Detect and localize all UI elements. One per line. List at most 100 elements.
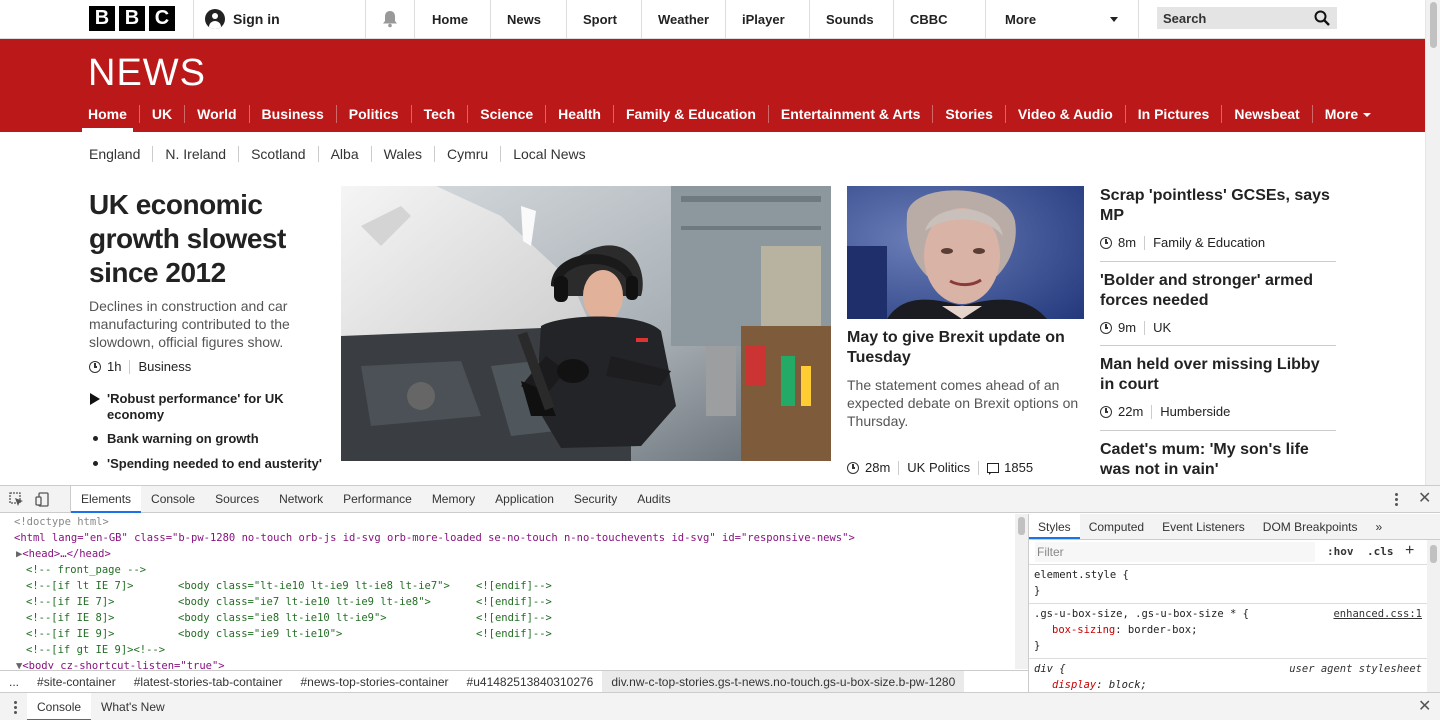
news-nav-science[interactable]: Science <box>467 105 545 123</box>
story-title[interactable]: Cadet's mum: 'My son's life was not in v… <box>1100 440 1336 480</box>
story-section[interactable]: UK Politics <box>907 460 970 475</box>
dom-node[interactable]: <!doctype html> <box>0 514 1014 530</box>
secondary-nav-item[interactable]: Wales <box>370 146 434 162</box>
more-tabs-icon[interactable]: » <box>1366 514 1391 539</box>
close-drawer-icon[interactable]: ✕ <box>1418 699 1431 715</box>
breadcrumb-item[interactable]: #latest-stories-tab-container <box>125 671 292 692</box>
style-rule[interactable]: enhanced.css:1 .gs-u-box-size, .gs-u-box… <box>1029 604 1440 659</box>
news-nav-world[interactable]: World <box>184 105 248 123</box>
breadcrumb-item[interactable]: #news-top-stories-container <box>291 671 457 692</box>
notifications-button[interactable] <box>365 0 415 38</box>
story-section[interactable]: Humberside <box>1160 404 1230 419</box>
orb-nav-sounds[interactable]: Sounds <box>810 0 894 38</box>
dom-node[interactable]: <!--[if IE 7]> <body class="ie7 lt-ie10 l… <box>0 594 1014 610</box>
hover-state-toggle[interactable]: :hov <box>1327 545 1354 558</box>
tab-security[interactable]: Security <box>564 486 627 513</box>
related-link[interactable]: 'Spending needed to end austerity' <box>89 456 329 472</box>
rule-source-link[interactable]: enhanced.css:1 <box>1333 606 1422 622</box>
orb-nav-home[interactable]: Home <box>416 0 491 38</box>
breadcrumb-item-selected[interactable]: div.nw-c-top-stories.gs-t-news.no-touch.… <box>602 671 965 692</box>
lead-story-section[interactable]: Business <box>138 359 191 374</box>
news-nav-business[interactable]: Business <box>248 105 336 123</box>
tab-elements[interactable]: Elements <box>71 486 142 513</box>
close-icon[interactable]: ✕ <box>1418 491 1431 507</box>
tab-network[interactable]: Network <box>269 486 333 513</box>
device-toolbar-icon[interactable] <box>35 492 50 507</box>
orb-nav-weather[interactable]: Weather <box>642 0 726 38</box>
inspect-element-icon[interactable] <box>9 492 24 507</box>
story-image[interactable] <box>847 186 1084 319</box>
scrollbar-thumb[interactable] <box>1018 517 1025 535</box>
tab-console[interactable]: Console <box>141 486 205 513</box>
story-section[interactable]: UK <box>1153 320 1171 335</box>
related-link[interactable]: 'Robust performance' for UK economy <box>89 391 329 423</box>
dom-node[interactable]: ▶<head>…</head> <box>0 546 1014 562</box>
add-rule-icon[interactable]: + <box>1405 542 1414 560</box>
orb-nav-sport[interactable]: Sport <box>567 0 642 38</box>
news-logo[interactable]: NEWS <box>88 52 206 95</box>
tab-computed[interactable]: Computed <box>1080 514 1153 539</box>
breadcrumb-overflow[interactable]: ... <box>0 671 28 692</box>
styles-filter-input[interactable]: Filter <box>1035 542 1315 562</box>
story-title[interactable]: May to give Brexit update on Tuesday <box>847 328 1084 368</box>
news-nav-newsbeat[interactable]: Newsbeat <box>1221 105 1311 123</box>
secondary-nav-item[interactable]: Cymru <box>434 146 500 162</box>
news-nav-uk[interactable]: UK <box>138 105 184 123</box>
style-rule[interactable]: user agent stylesheet div { display: blo… <box>1029 659 1440 692</box>
comment-count[interactable]: 1855 <box>1004 460 1033 475</box>
scrollbar-thumb[interactable] <box>1430 545 1437 563</box>
breadcrumb-item[interactable]: #site-container <box>28 671 125 692</box>
class-toggle[interactable]: .cls <box>1367 545 1394 558</box>
right-column-story[interactable]: Scrap 'pointless' GCSEs, says MP 8m Fami… <box>1100 186 1336 250</box>
news-nav-health[interactable]: Health <box>545 105 613 123</box>
tab-performance[interactable]: Performance <box>333 486 422 513</box>
scrollbar-thumb[interactable] <box>1430 2 1437 48</box>
story-title[interactable]: Scrap 'pointless' GCSEs, says MP <box>1100 186 1336 226</box>
search-input[interactable]: Search <box>1157 7 1337 29</box>
dom-node[interactable]: <!--[if gt IE 9]><!--> <box>0 642 1014 658</box>
tab-memory[interactable]: Memory <box>422 486 485 513</box>
dom-node[interactable]: ▼<body cz-shortcut-listen="true"> <box>0 658 1014 669</box>
news-nav-politics[interactable]: Politics <box>335 105 411 123</box>
tab-application[interactable]: Application <box>485 486 564 513</box>
bbc-logo[interactable]: B B C <box>89 6 175 31</box>
news-nav-more[interactable]: More <box>1311 105 1383 123</box>
dom-node[interactable]: <html lang="en-GB" class="b-pw-1280 no-t… <box>0 530 1014 546</box>
tab-audits[interactable]: Audits <box>627 486 680 513</box>
dom-node[interactable]: <!--[if IE 9]> <body class="ie9 lt-ie10">… <box>0 626 1014 642</box>
dom-node[interactable]: <!--[if lt IE 7]> <body class="lt-ie10 lt… <box>0 578 1014 594</box>
news-nav-entertainment-arts[interactable]: Entertainment & Arts <box>767 105 933 123</box>
secondary-nav-item[interactable]: Local News <box>500 146 597 162</box>
more-options-icon[interactable] <box>1395 493 1398 506</box>
news-nav-video-audio[interactable]: Video & Audio <box>1004 105 1125 123</box>
tab-sources[interactable]: Sources <box>205 486 269 513</box>
secondary-nav-item[interactable]: N. Ireland <box>152 146 238 162</box>
drawer-tab-whats-new[interactable]: What's New <box>91 693 175 720</box>
right-column-story[interactable]: Man held over missing Libby in court 22m… <box>1100 355 1336 419</box>
breadcrumb-item[interactable]: #u41482513840310276 <box>458 671 603 692</box>
right-column-story[interactable]: Cadet's mum: 'My son's life was not in v… <box>1100 440 1336 480</box>
styles-scrollbar[interactable] <box>1427 540 1440 692</box>
right-column-story[interactable]: 'Bolder and stronger' armed forces neede… <box>1100 271 1336 335</box>
tab-event-listeners[interactable]: Event Listeners <box>1153 514 1254 539</box>
lead-story-title[interactable]: UK economic growth slowest since 2012 <box>89 188 329 290</box>
orb-nav-iplayer[interactable]: iPlayer <box>726 0 810 38</box>
news-nav-tech[interactable]: Tech <box>410 105 468 123</box>
dom-node[interactable]: <!-- front_page --> <box>0 562 1014 578</box>
related-link[interactable]: Bank warning on growth <box>89 431 329 447</box>
story-section[interactable]: Family & Education <box>1153 235 1265 250</box>
story-title[interactable]: 'Bolder and stronger' armed forces neede… <box>1100 271 1336 311</box>
news-nav-in-pictures[interactable]: In Pictures <box>1124 105 1222 123</box>
orb-nav-news[interactable]: News <box>491 0 567 38</box>
secondary-nav-item[interactable]: England <box>89 146 152 162</box>
search-icon[interactable] <box>1314 10 1330 26</box>
tab-styles[interactable]: Styles <box>1029 514 1080 539</box>
dom-scrollbar[interactable] <box>1015 514 1028 669</box>
tab-dom-breakpoints[interactable]: DOM Breakpoints <box>1254 514 1367 539</box>
style-rule[interactable]: element.style { } <box>1029 565 1440 604</box>
drawer-menu-icon[interactable] <box>14 701 17 714</box>
drawer-tab-console[interactable]: Console <box>27 693 92 720</box>
sign-in-link[interactable]: Sign in <box>193 0 365 38</box>
news-nav-stories[interactable]: Stories <box>932 105 1004 123</box>
orb-nav-cbbc[interactable]: CBBC <box>894 0 986 38</box>
